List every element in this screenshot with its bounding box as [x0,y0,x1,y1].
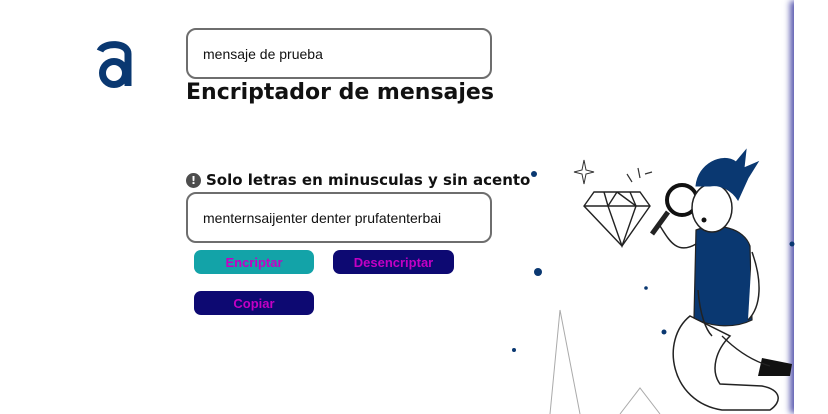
alura-logo [96,40,134,88]
result-output[interactable]: menternsaijenter denter prufatenterbai [186,192,492,243]
copy-button[interactable]: Copiar [194,291,314,315]
message-input[interactable]: mensaje de prueba [186,28,492,79]
message-input-value: mensaje de prueba [203,45,323,62]
input-hint: ! Solo letras en minusculas y sin acento [186,171,530,189]
exclamation-circle-icon: ! [186,172,201,188]
result-output-value: menternsaijenter denter prufatenterbai [203,209,442,226]
decrypt-button[interactable]: Desencriptar [333,250,454,274]
encrypt-button[interactable]: Encriptar [194,250,314,274]
page-title: Encriptador de mensajes [186,80,494,105]
hint-text: Solo letras en minusculas y sin acento [206,171,531,189]
logo-icon [96,41,132,88]
person-magnifier-illustration [512,148,795,414]
